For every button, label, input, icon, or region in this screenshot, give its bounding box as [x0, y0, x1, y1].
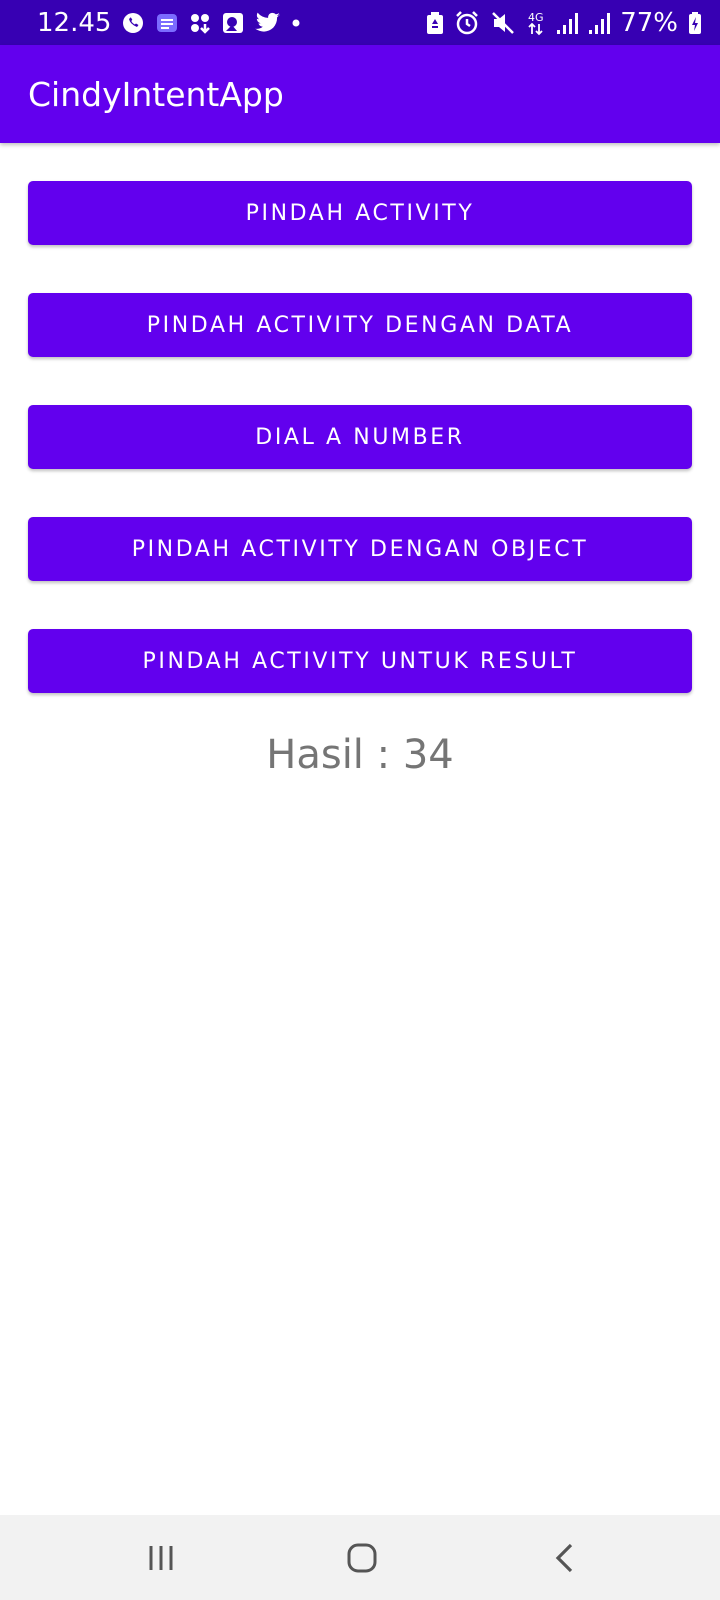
4g-data-icon: 4G — [526, 10, 546, 36]
battery-saver-icon — [426, 11, 444, 35]
battery-icon — [688, 11, 702, 35]
messages-icon — [155, 11, 179, 35]
navigation-bar — [0, 1515, 720, 1600]
whatsapp-icon — [121, 11, 145, 35]
status-bar: 12.45 4G 77% — [0, 0, 720, 45]
status-time: 12.45 — [37, 7, 112, 38]
back-icon[interactable] — [535, 1533, 595, 1583]
gallery-icon — [221, 11, 245, 35]
app-bar: CindyIntentApp — [0, 45, 720, 143]
mute-icon — [490, 10, 516, 36]
pindah-activity-dengan-data-button[interactable]: PINDAH ACTIVITY DENGAN DATA — [28, 293, 692, 357]
status-bar-right: 4G 77% — [426, 8, 702, 38]
dot-icon — [291, 18, 301, 28]
signal-icon — [556, 11, 579, 35]
dial-a-number-button[interactable]: DIAL A NUMBER — [28, 405, 692, 469]
signal-icon — [588, 11, 611, 35]
network-type-label: 4G — [528, 11, 544, 24]
pindah-activity-untuk-result-button[interactable]: PINDAH ACTIVITY UNTUK RESULT — [28, 629, 692, 693]
pindah-activity-button[interactable]: PINDAH ACTIVITY — [28, 181, 692, 245]
status-bar-left: 12.45 — [37, 8, 301, 38]
pindah-activity-dengan-object-button[interactable]: PINDAH ACTIVITY DENGAN OBJECT — [28, 517, 692, 581]
twitter-icon — [255, 12, 281, 34]
apps-grid-icon — [189, 12, 211, 34]
app-title: CindyIntentApp — [28, 74, 284, 114]
result-text: Hasil : 34 — [266, 732, 454, 778]
home-icon[interactable] — [332, 1533, 392, 1583]
battery-percent: 77% — [620, 7, 678, 38]
alarm-icon — [454, 10, 480, 36]
recents-icon[interactable] — [131, 1533, 191, 1583]
